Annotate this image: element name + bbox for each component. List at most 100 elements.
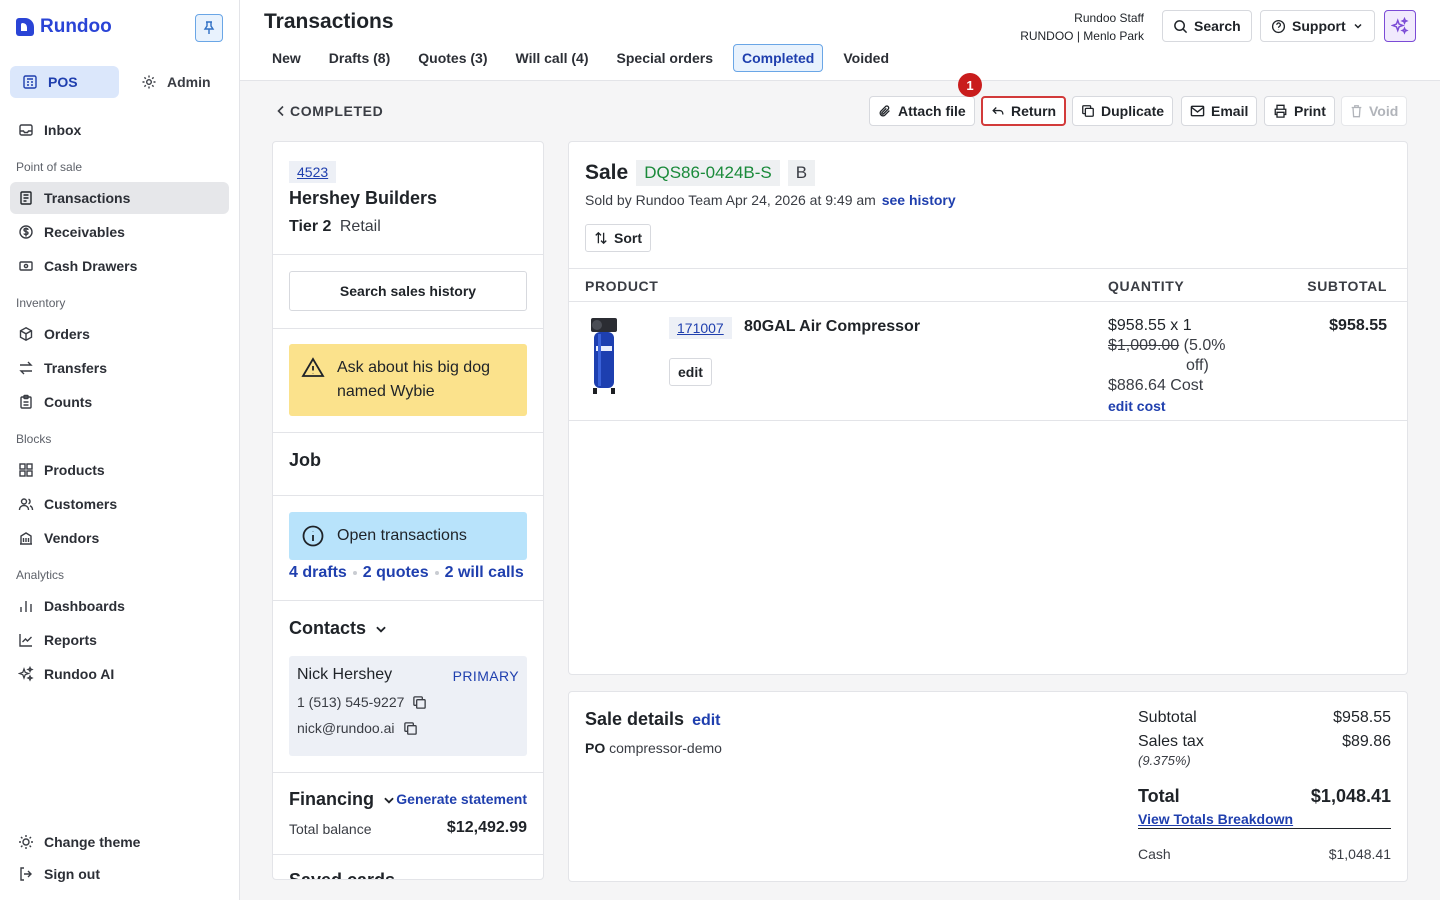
customer-panel: 4523 Hershey Builders Tier 2 Retail Sear… <box>272 141 544 880</box>
nav-products-label: Products <box>44 462 105 478</box>
mail-icon <box>1190 105 1205 117</box>
chevron-left-icon <box>277 105 284 117</box>
contacts-toggle[interactable]: Contacts <box>289 618 388 639</box>
attach-file-button[interactable]: Attach file <box>869 96 975 126</box>
step-badge: 1 <box>958 73 982 97</box>
tab-voided[interactable]: Voided <box>835 44 897 72</box>
cash-value: $1,048.41 <box>1328 846 1391 862</box>
contact-email-row: nick@rundoo.ai <box>297 720 519 736</box>
nav-orders-label: Orders <box>44 326 90 342</box>
sold-by-line: Sold by Rundoo Team Apr 24, 2026 at 9:49… <box>585 192 956 208</box>
generate-statement-link[interactable]: Generate statement <box>396 791 527 807</box>
nav-transactions[interactable]: Transactions <box>10 182 229 214</box>
paperclip-icon <box>879 105 890 117</box>
customer-id-link[interactable]: 4523 <box>289 161 337 183</box>
nav-counts[interactable]: Counts <box>10 386 229 418</box>
copy-icon <box>1082 105 1094 117</box>
tab-completed[interactable]: Completed <box>733 44 824 72</box>
void-button[interactable]: Void <box>1341 96 1408 126</box>
box-icon <box>19 327 33 341</box>
drafts-link[interactable]: 4 drafts <box>289 564 347 582</box>
sparkles-icon <box>1391 17 1409 35</box>
subtotal-row: Subtotal $958.55 <box>1138 709 1391 727</box>
tab-will-call[interactable]: Will call (4) <box>508 44 597 72</box>
edit-cost-link[interactable]: edit cost <box>1108 396 1238 416</box>
column-subtotal: SUBTOTAL <box>1307 278 1387 294</box>
original-price: $1,009.00 <box>1108 337 1180 354</box>
financing-toggle[interactable]: Financing <box>289 789 396 810</box>
ai-assistant-button[interactable] <box>1384 10 1416 42</box>
nav-transactions-label: Transactions <box>44 190 131 206</box>
search-sales-history-button[interactable]: Search sales history <box>289 271 527 311</box>
copy-icon[interactable] <box>403 721 418 736</box>
divider <box>273 432 543 433</box>
view-totals-breakdown-link[interactable]: View Totals Breakdown <box>1138 811 1391 829</box>
duplicate-button[interactable]: Duplicate <box>1072 96 1174 126</box>
register-icon <box>23 75 37 89</box>
return-button[interactable]: Return <box>981 96 1067 126</box>
nav-rundoo-ai-label: Rundoo AI <box>44 666 115 682</box>
nav-dashboards[interactable]: Dashboards <box>10 590 229 622</box>
breadcrumb-label: COMPLETED <box>290 103 384 119</box>
change-theme-button[interactable]: Change theme <box>10 826 229 858</box>
open-transactions-links: 4 drafts 2 quotes 2 will calls <box>289 564 524 582</box>
sort-arrows-icon <box>595 231 607 245</box>
nav-cash-drawers[interactable]: Cash Drawers <box>10 250 229 282</box>
subtotal-label: Subtotal <box>1138 709 1197 726</box>
duplicate-label: Duplicate <box>1101 103 1165 119</box>
page-title: Transactions <box>264 10 394 33</box>
column-quantity: QUANTITY <box>1108 278 1185 294</box>
nav-transfers[interactable]: Transfers <box>10 352 229 384</box>
brand-logo[interactable]: Rundoo <box>16 16 112 38</box>
tab-quotes[interactable]: Quotes (3) <box>410 44 495 72</box>
sort-button[interactable]: Sort <box>585 224 651 252</box>
total-value: $1,048.41 <box>1310 786 1391 806</box>
support-button[interactable]: Support <box>1260 10 1375 42</box>
product-sku-link[interactable]: 171007 <box>669 317 732 339</box>
will-calls-link[interactable]: 2 will calls <box>445 564 524 582</box>
print-button[interactable]: Print <box>1264 96 1335 126</box>
divider <box>273 772 543 773</box>
info-icon <box>302 525 324 547</box>
see-history-link[interactable]: see history <box>882 192 956 208</box>
nav-rundoo-ai[interactable]: Rundoo AI <box>10 658 229 690</box>
sale-id: DQS86-0424B-S <box>636 160 780 186</box>
rundoo-logo-icon <box>16 18 34 36</box>
search-button[interactable]: Search <box>1162 10 1252 42</box>
tab-new[interactable]: New <box>264 44 309 72</box>
nav-inbox[interactable]: Inbox <box>10 114 229 146</box>
search-label: Search <box>1194 18 1241 34</box>
customer-type: Retail <box>339 218 381 235</box>
nav-vendors-label: Vendors <box>44 530 100 546</box>
separator-dot <box>352 571 357 575</box>
nav-receivables[interactable]: Receivables <box>10 216 229 248</box>
tab-special-orders[interactable]: Special orders <box>609 44 722 72</box>
mode-pos-button[interactable]: POS <box>10 66 119 98</box>
nav-reports[interactable]: Reports <box>10 624 229 656</box>
cash-row: Cash $1,048.41 <box>1138 846 1391 862</box>
attach-file-label: Attach file <box>898 103 966 119</box>
nav-customers[interactable]: Customers <box>10 488 229 520</box>
email-button[interactable]: Email <box>1181 96 1258 126</box>
return-arrow-icon <box>992 107 1004 115</box>
nav-reports-label: Reports <box>44 632 97 648</box>
mode-admin-button[interactable]: Admin <box>129 66 223 98</box>
nav-vendors[interactable]: Vendors <box>10 522 229 554</box>
breadcrumb[interactable]: COMPLETED <box>276 103 383 119</box>
sign-out-button[interactable]: Sign out <box>10 858 229 890</box>
price-quantity: $958.55 x 1 <box>1108 317 1192 334</box>
edit-details-link[interactable]: edit <box>692 712 720 730</box>
edit-line-button[interactable]: edit <box>669 358 712 386</box>
pin-sidebar-button[interactable] <box>195 14 223 42</box>
nav-orders[interactable]: Orders <box>10 318 229 350</box>
nav-products[interactable]: Products <box>10 454 229 486</box>
contact-phone: 1 (513) 545-9227 <box>297 694 405 710</box>
copy-icon[interactable] <box>412 695 427 710</box>
nav-section-pos: Point of sale <box>16 160 83 174</box>
saved-cards-title: Saved cards <box>289 870 396 880</box>
warning-icon <box>301 357 325 377</box>
top-bar: Transactions New Drafts (8) Quotes (3) W… <box>240 0 1440 81</box>
cash-icon <box>19 261 33 271</box>
quotes-link[interactable]: 2 quotes <box>363 564 429 582</box>
tab-drafts[interactable]: Drafts (8) <box>321 44 398 72</box>
